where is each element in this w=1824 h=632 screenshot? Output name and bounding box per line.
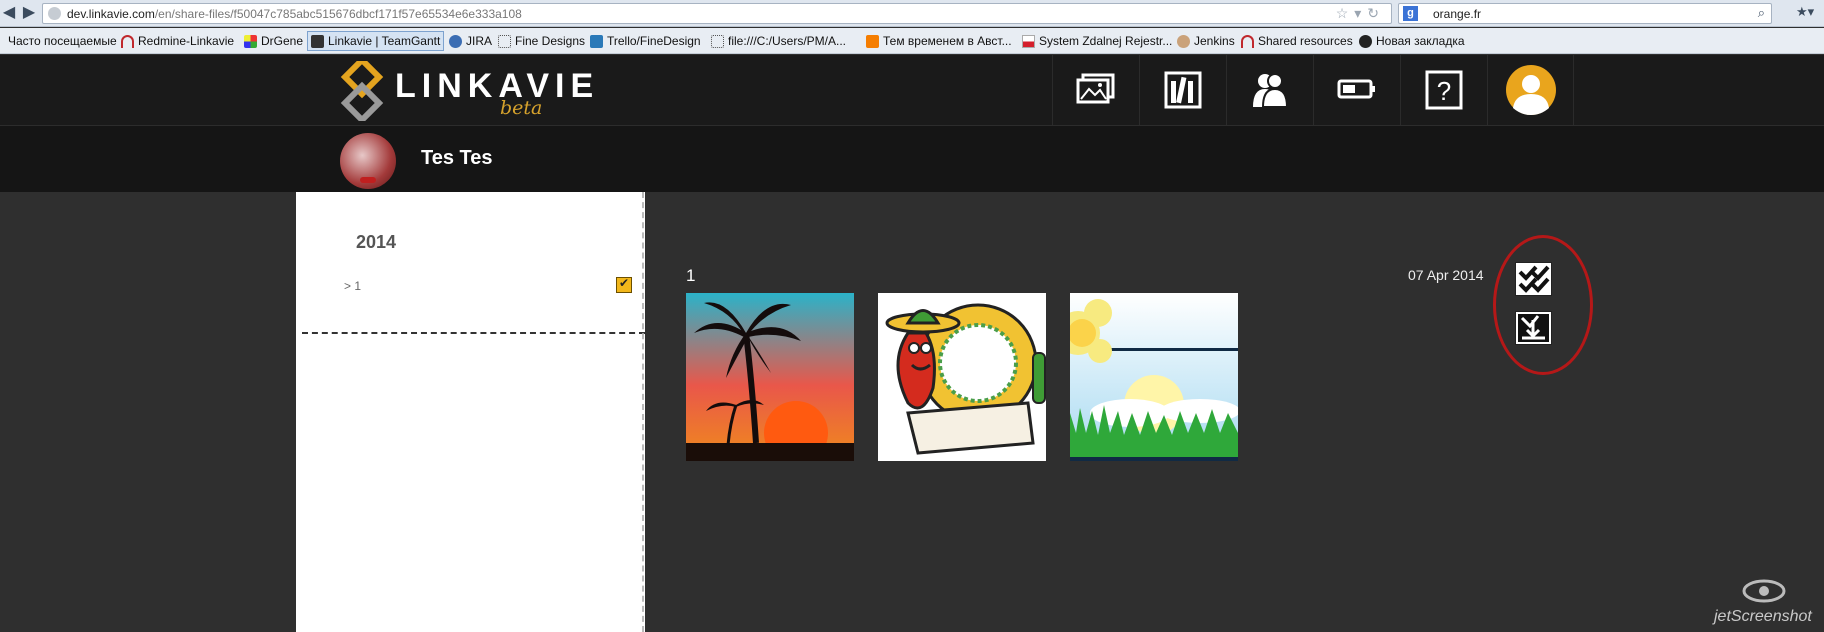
back-arrow-icon[interactable]: ◀ [0,4,18,22]
address-bar[interactable]: dev.linkavie.com/en/share-files/f50047c7… [42,3,1392,24]
search-value: orange.fr [1433,7,1482,21]
bookmark-label: DrGene [261,34,304,48]
search-input[interactable]: g orange.fr ⌕ [1398,3,1772,24]
album-date: 07 Apr 2014 [1408,267,1484,283]
bookmark-item[interactable]: Redmine-Linkavie [121,33,234,49]
bookmark-label: Linkavie | TeamGantt [328,34,441,48]
sidebar-border [642,192,645,632]
teamgantt-icon [311,34,324,48]
profile-bar: Tes Tes [0,126,1824,192]
nav-help-button[interactable]: ? [1400,55,1487,125]
year-heading: 2014 [356,232,397,252]
nav-albums-button[interactable] [1139,55,1226,125]
bookmark-item[interactable]: Jenkins [1177,33,1235,49]
albums-icon [1164,71,1202,109]
bookmark-label: System Zdalnej Rejestr... [1039,34,1173,48]
album-title: 1 [686,266,696,285]
bookmark-item[interactable]: Shared resources [1241,33,1353,49]
bookmark-label: Redmine-Linkavie [138,34,235,48]
photo-thumbnail[interactable] [878,293,1046,461]
bookmark-item[interactable]: JIRA [449,33,492,49]
bookmarks-menu-icon[interactable]: ★▾ [1796,4,1818,22]
redmine-icon [121,34,134,48]
bookmark-item[interactable]: Trello/FineDesign [590,33,701,49]
profile-name: Tes Tes [421,147,493,169]
bookmark-item[interactable]: DrGene [244,33,303,49]
jetscreenshot-watermark: jetScreenshot [1714,575,1814,630]
bookmark-item[interactable]: Часто посещаемые [8,33,117,49]
sidebar-album-link[interactable]: > 1 [344,279,361,293]
jenkins-icon [1177,34,1190,48]
photos-icon [1076,73,1115,104]
svg-text:?: ? [1437,76,1451,106]
bookmark-item[interactable]: Тем временем в Авст... [866,33,1012,49]
palm-sunset-image [686,293,854,461]
nav-photos-button[interactable] [1052,55,1139,125]
redmine-icon [1241,34,1254,48]
eye-logo-icon [1742,579,1786,603]
linkavie-logo[interactable]: LINKAVIE beta program [340,57,610,141]
flag-icon [1022,34,1035,48]
avatar[interactable] [340,133,396,189]
forward-arrow-icon[interactable]: ▶ [20,4,38,22]
photo-thumbnail[interactable] [686,293,854,461]
logo-mark-icon [340,61,384,121]
search-engine-icon[interactable]: g [1403,6,1418,21]
github-icon [1359,34,1372,48]
bookmarks-bar: Часто посещаемые Redmine-Linkavie DrGene… [0,28,1824,54]
jira-icon [449,34,462,48]
globe-icon [48,7,61,20]
bookmark-item[interactable]: file:///C:/Users/PM/A... [711,33,846,49]
contacts-icon [1253,73,1289,108]
bookmark-item[interactable]: Fine Designs [498,33,585,49]
url-host: dev.linkavie.com [67,7,155,21]
bookmark-label: Тем временем в Авст... [883,34,1012,48]
url-path: /en/share-files/f50047c785abc515676dbcf1… [154,7,522,21]
bookmark-label: Часто посещаемые [8,34,117,48]
bookmark-label: file:///C:/Users/PM/A... [728,34,847,48]
bookmark-item[interactable]: System Zdalnej Rejestr... [1022,33,1172,49]
battery-icon [1337,79,1375,99]
bookmark-label: JIRA [466,34,493,48]
nav-storage-button[interactable] [1313,55,1400,125]
site-header: LINKAVIE beta program [0,55,1824,141]
bookmark-item[interactable]: Linkavie | TeamGantt [307,31,445,51]
trello-icon [590,34,603,48]
help-icon: ? [1425,70,1463,110]
user-profile-icon [1506,65,1556,115]
albums-sidebar: 2014 > 1 [296,192,645,632]
magnifier-icon[interactable]: ⌕ [1758,5,1765,21]
page-icon [711,34,724,48]
browser-toolbar: ◀ ▶ dev.linkavie.com/en/share-files/f500… [0,0,1824,27]
bookmark-label: Jenkins [1194,34,1235,48]
sunny-meadow-image [1070,293,1238,461]
divider [302,332,645,334]
bookmark-label: Shared resources [1258,34,1353,48]
annotation-circle [1493,235,1593,375]
bookmark-item[interactable]: Новая закладка [1359,33,1465,49]
bookmark-label: Trello/FineDesign [607,34,701,48]
nav-contacts-button[interactable] [1226,55,1313,125]
album-checkbox[interactable] [616,276,632,293]
drgene-icon [244,34,257,48]
bookmark-label: Fine Designs [515,34,586,48]
blogger-icon [866,34,879,48]
photo-thumbnail[interactable] [1070,293,1238,461]
bookmark-star-icon[interactable]: ☆▾↻ [1336,5,1385,22]
bookmark-label: Новая закладка [1376,34,1465,48]
watermark-text: jetScreenshot [1714,608,1812,625]
nav-profile-button[interactable] [1487,55,1574,125]
chili-pepper-sombrero-image [878,293,1046,461]
page-icon [498,34,511,48]
